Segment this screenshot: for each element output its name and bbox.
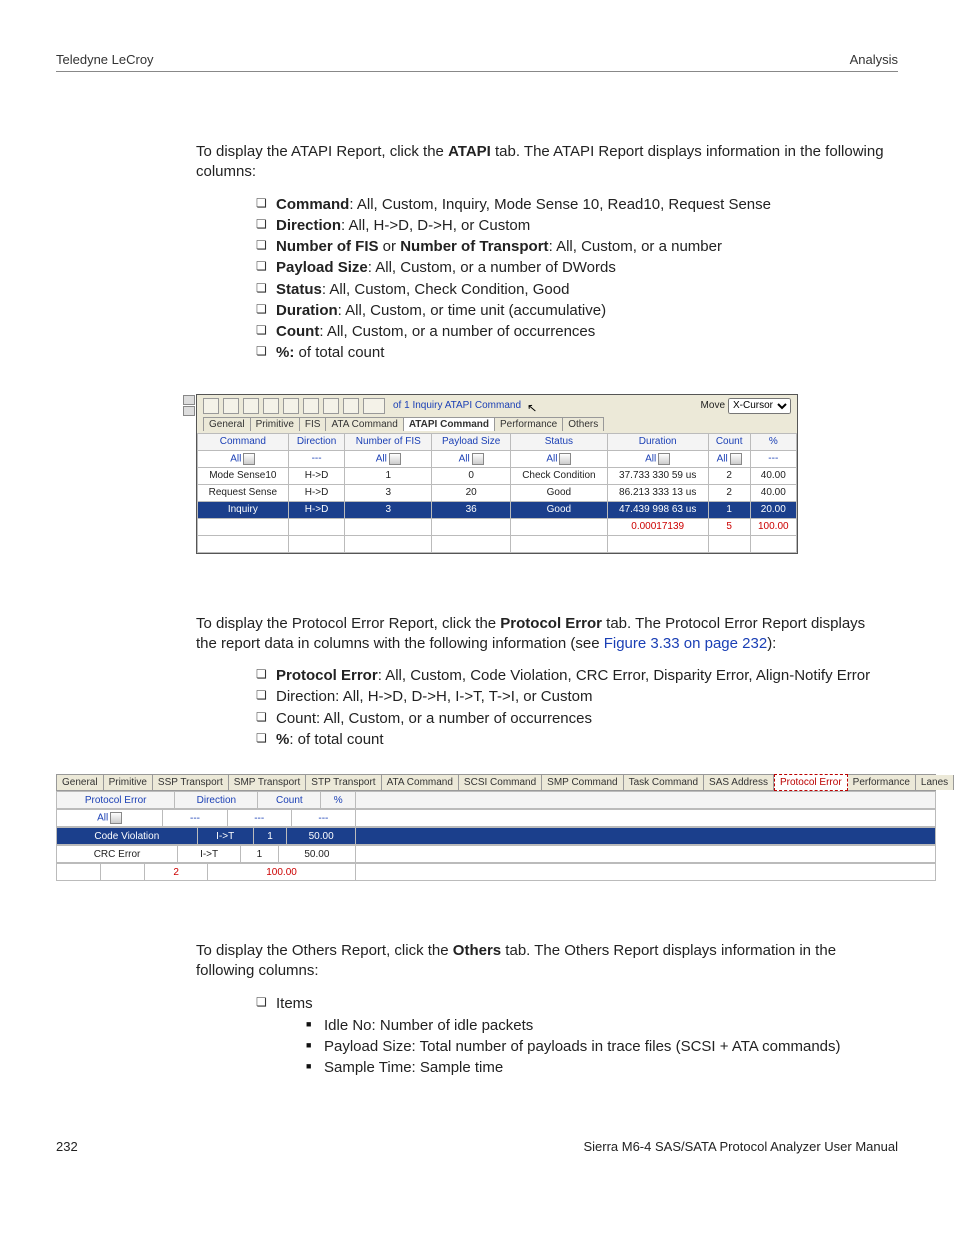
table-row: CRC ErrorI->T150.00 bbox=[56, 845, 936, 863]
table-row[interactable]: Mode Sense10H->D10Check Condition37.733 … bbox=[198, 467, 797, 484]
table-row[interactable] bbox=[198, 535, 797, 552]
protocol-error-intro: To display the Protocol Error Report, cl… bbox=[196, 614, 888, 655]
list-item: Count: All, Custom, or a number of occur… bbox=[256, 322, 888, 342]
table-row: 0.000171395100.00 bbox=[198, 518, 797, 535]
table-row: Code ViolationI->T150.00 bbox=[56, 827, 936, 845]
list-item: %: of total count bbox=[256, 343, 888, 363]
report-tabs: GeneralPrimitiveFISATA CommandATAPI Comm… bbox=[197, 417, 797, 433]
toolbar-button[interactable] bbox=[283, 398, 299, 414]
tab-task-command[interactable]: Task Command bbox=[624, 775, 704, 790]
list-item: %: of total count bbox=[256, 730, 888, 750]
tab-general[interactable]: General bbox=[57, 775, 104, 790]
header-right: Analysis bbox=[850, 52, 898, 67]
list-item: Payload Size: All, Custom, or a number o… bbox=[256, 258, 888, 278]
tab-performance[interactable]: Performance bbox=[494, 417, 563, 431]
protocol-error-columns-list: Protocol Error: All, Custom, Code Violat… bbox=[196, 666, 888, 750]
header-left: Teledyne LeCroy bbox=[56, 52, 154, 67]
dropdown-icon[interactable] bbox=[658, 453, 670, 465]
protocol-error-report-window: GeneralPrimitiveSSP TransportSMP Transpo… bbox=[56, 774, 936, 881]
toolbar-button[interactable] bbox=[203, 398, 219, 414]
table-row: All--------- bbox=[56, 809, 936, 827]
table-row: CommandDirectionNumber of FISPayload Siz… bbox=[198, 433, 797, 450]
tab-general[interactable]: General bbox=[203, 417, 251, 431]
tab-ssp-transport[interactable]: SSP Transport bbox=[153, 775, 229, 790]
atapi-report-window: ↖ of 1 Inquiry ATAPI Command Move X-Curs… bbox=[196, 394, 798, 554]
tab-fis[interactable]: FIS bbox=[299, 417, 327, 431]
atapi-intro: To display the ATAPI Report, click the A… bbox=[196, 142, 888, 183]
manual-title: Sierra M6-4 SAS/SATA Protocol Analyzer U… bbox=[583, 1139, 898, 1154]
tab-smp-transport[interactable]: SMP Transport bbox=[229, 775, 307, 790]
tab-protocol-error[interactable]: Protocol Error bbox=[774, 774, 848, 791]
toolbar-button[interactable] bbox=[263, 398, 279, 414]
move-cursor-select[interactable]: X-Cursor bbox=[728, 398, 791, 414]
toolbar-button[interactable] bbox=[343, 398, 359, 414]
dropdown-icon[interactable] bbox=[110, 812, 122, 824]
tab-sas-address[interactable]: SAS Address bbox=[704, 775, 774, 790]
dropdown-icon[interactable] bbox=[559, 453, 571, 465]
dropdown-icon[interactable] bbox=[243, 453, 255, 465]
tab-performance[interactable]: Performance bbox=[848, 775, 916, 790]
atapi-report-table: CommandDirectionNumber of FISPayload Siz… bbox=[197, 433, 797, 553]
table-row[interactable]: Request SenseH->D320Good86.213 333 13 us… bbox=[198, 484, 797, 501]
list-item: Direction: All, H->D, D->H, I->T, T->I, … bbox=[256, 687, 888, 707]
tab-scsi-command[interactable]: SCSI Command bbox=[459, 775, 542, 790]
page-header: Teledyne LeCroy Analysis bbox=[56, 52, 898, 72]
page-footer: 232 Sierra M6-4 SAS/SATA Protocol Analyz… bbox=[56, 1139, 898, 1154]
toolbar-field[interactable] bbox=[363, 398, 385, 414]
table-row: 2100.00 bbox=[56, 863, 936, 881]
atapi-columns-list: Command: All, Custom, Inquiry, Mode Sens… bbox=[196, 195, 888, 364]
list-item: Status: All, Custom, Check Condition, Go… bbox=[256, 280, 888, 300]
tab-ata-command[interactable]: ATA Command bbox=[325, 417, 403, 431]
dropdown-icon[interactable] bbox=[730, 453, 742, 465]
list-item: Items Idle No: Number of idle packetsPay… bbox=[256, 994, 888, 1079]
tab-lanes[interactable]: Lanes bbox=[916, 775, 954, 790]
tab-primitive[interactable]: Primitive bbox=[250, 417, 300, 431]
protocol-tabs: GeneralPrimitiveSSP TransportSMP Transpo… bbox=[56, 774, 936, 791]
tab-primitive[interactable]: Primitive bbox=[104, 775, 153, 790]
list-item: Payload Size: Total number of payloads i… bbox=[306, 1037, 888, 1057]
move-label: Move bbox=[701, 400, 725, 411]
dropdown-icon[interactable] bbox=[472, 453, 484, 465]
page-number: 232 bbox=[56, 1139, 78, 1154]
tab-smp-command[interactable]: SMP Command bbox=[542, 775, 623, 790]
list-item: Protocol Error: All, Custom, Code Violat… bbox=[256, 666, 888, 686]
toolbar-button[interactable] bbox=[223, 398, 239, 414]
list-item: Sample Time: Sample time bbox=[306, 1058, 888, 1078]
dropdown-icon[interactable] bbox=[389, 453, 401, 465]
tab-stp-transport[interactable]: STP Transport bbox=[306, 775, 381, 790]
toolbar-button[interactable] bbox=[243, 398, 259, 414]
tab-atapi-command[interactable]: ATAPI Command bbox=[403, 417, 495, 431]
table-row: Protocol ErrorDirectionCount% bbox=[56, 791, 936, 809]
tab-others[interactable]: Others bbox=[562, 417, 604, 431]
list-item: Duration: All, Custom, or time unit (acc… bbox=[256, 301, 888, 321]
list-item: Direction: All, H->D, D->H, or Custom bbox=[256, 216, 888, 236]
toolbar-button[interactable] bbox=[303, 398, 319, 414]
toolbar: of 1 Inquiry ATAPI Command Move X-Cursor bbox=[197, 395, 797, 417]
table-row[interactable]: All---AllAllAllAllAll--- bbox=[198, 450, 797, 467]
figure-xref-link[interactable]: Figure 3.33 on page 232 bbox=[604, 635, 767, 652]
others-intro: To display the Others Report, click the … bbox=[196, 941, 888, 982]
table-row[interactable]: InquiryH->D336Good47.439 998 63 us120.00 bbox=[198, 501, 797, 518]
toolbar-status-text: of 1 Inquiry ATAPI Command bbox=[393, 400, 521, 411]
list-item: Command: All, Custom, Inquiry, Mode Sens… bbox=[256, 195, 888, 215]
others-list: Items Idle No: Number of idle packetsPay… bbox=[196, 994, 888, 1079]
list-item: Number of FIS or Number of Transport: Al… bbox=[256, 237, 888, 257]
tab-ata-command[interactable]: ATA Command bbox=[382, 775, 459, 790]
list-item: Count: All, Custom, or a number of occur… bbox=[256, 709, 888, 729]
toolbar-button[interactable] bbox=[323, 398, 339, 414]
cursor-icon: ↖ bbox=[526, 400, 537, 415]
list-item: Idle No: Number of idle packets bbox=[306, 1016, 888, 1036]
